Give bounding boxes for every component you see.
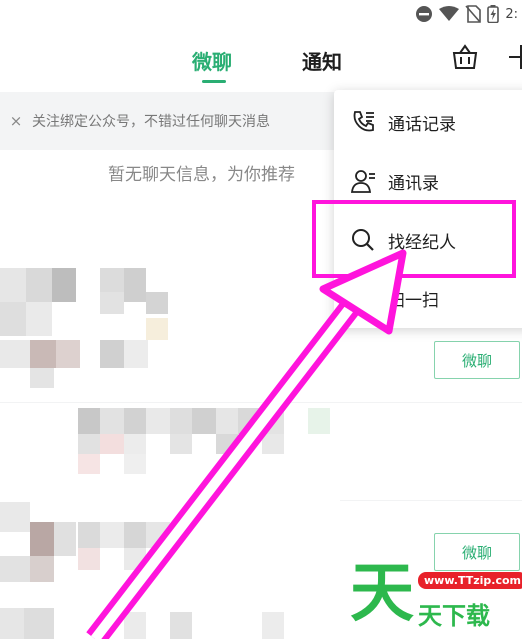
watermark-logo: 天 www.TTzip.com 天下载 bbox=[346, 560, 522, 639]
watermark-sub: 天下载 bbox=[418, 602, 490, 630]
watermark-big: 天 bbox=[350, 556, 414, 631]
annotation-arrow bbox=[86, 249, 407, 639]
watermark-url: www.TTzip.com bbox=[418, 572, 522, 589]
